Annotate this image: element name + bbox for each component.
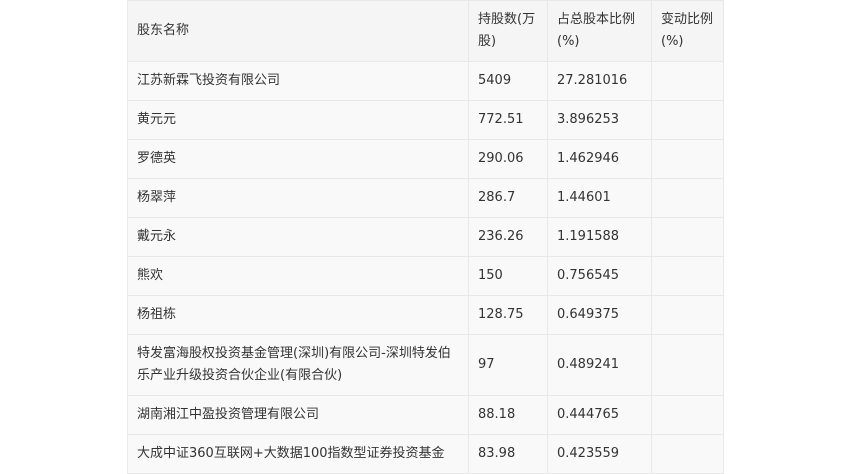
cell-change xyxy=(651,139,724,179)
header-change: 变动比例(%) xyxy=(651,0,724,62)
cell-change xyxy=(651,61,724,101)
cell-shares: 83.98 xyxy=(468,434,548,474)
table-row: 戴元永 236.26 1.191588 xyxy=(127,217,724,257)
cell-ratio: 0.489241 xyxy=(547,334,652,396)
cell-shares: 290.06 xyxy=(468,139,548,179)
table-row: 特发富海股权投资基金管理(深圳)有限公司-深圳特发伯乐产业升级投资合伙企业(有限… xyxy=(127,334,724,396)
cell-shares: 5409 xyxy=(468,61,548,101)
cell-name: 杨祖栋 xyxy=(127,295,469,335)
table-row: 黄元元 772.51 3.896253 xyxy=(127,100,724,140)
table-row: 大成中证360互联网+大数据100指数型证券投资基金 83.98 0.42355… xyxy=(127,434,724,474)
cell-ratio: 1.44601 xyxy=(547,178,652,218)
cell-change xyxy=(651,100,724,140)
cell-shares: 150 xyxy=(468,256,548,296)
shareholder-table: 股东名称 持股数(万股) 占总股本比例(%) 变动比例(%) 江苏新霖飞投资有限… xyxy=(127,0,724,474)
cell-shares: 236.26 xyxy=(468,217,548,257)
table-row: 罗德英 290.06 1.462946 xyxy=(127,139,724,179)
cell-ratio: 0.444765 xyxy=(547,395,652,435)
cell-name: 罗德英 xyxy=(127,139,469,179)
table-row: 熊欢 150 0.756545 xyxy=(127,256,724,296)
header-ratio: 占总股本比例(%) xyxy=(547,0,652,62)
cell-ratio: 3.896253 xyxy=(547,100,652,140)
header-shareholder-name: 股东名称 xyxy=(127,0,469,62)
cell-change xyxy=(651,434,724,474)
cell-name: 戴元永 xyxy=(127,217,469,257)
cell-name: 湖南湘江中盈投资管理有限公司 xyxy=(127,395,469,435)
table-header-row: 股东名称 持股数(万股) 占总股本比例(%) 变动比例(%) xyxy=(127,0,724,62)
cell-name: 杨翠萍 xyxy=(127,178,469,218)
cell-name: 黄元元 xyxy=(127,100,469,140)
cell-change xyxy=(651,334,724,396)
cell-shares: 97 xyxy=(468,334,548,396)
cell-shares: 128.75 xyxy=(468,295,548,335)
cell-ratio: 1.191588 xyxy=(547,217,652,257)
cell-change xyxy=(651,256,724,296)
header-shares: 持股数(万股) xyxy=(468,0,548,62)
cell-name: 江苏新霖飞投资有限公司 xyxy=(127,61,469,101)
cell-name: 熊欢 xyxy=(127,256,469,296)
cell-ratio: 0.649375 xyxy=(547,295,652,335)
cell-change xyxy=(651,395,724,435)
table-row: 杨祖栋 128.75 0.649375 xyxy=(127,295,724,335)
cell-ratio: 0.423559 xyxy=(547,434,652,474)
cell-name: 特发富海股权投资基金管理(深圳)有限公司-深圳特发伯乐产业升级投资合伙企业(有限… xyxy=(127,334,469,396)
cell-shares: 772.51 xyxy=(468,100,548,140)
cell-change xyxy=(651,217,724,257)
cell-ratio: 0.756545 xyxy=(547,256,652,296)
cell-shares: 88.18 xyxy=(468,395,548,435)
cell-change xyxy=(651,295,724,335)
cell-change xyxy=(651,178,724,218)
cell-ratio: 27.281016 xyxy=(547,61,652,101)
table-row: 湖南湘江中盈投资管理有限公司 88.18 0.444765 xyxy=(127,395,724,435)
table-row: 杨翠萍 286.7 1.44601 xyxy=(127,178,724,218)
cell-shares: 286.7 xyxy=(468,178,548,218)
cell-ratio: 1.462946 xyxy=(547,139,652,179)
cell-name: 大成中证360互联网+大数据100指数型证券投资基金 xyxy=(127,434,469,474)
table-row: 江苏新霖飞投资有限公司 5409 27.281016 xyxy=(127,61,724,101)
